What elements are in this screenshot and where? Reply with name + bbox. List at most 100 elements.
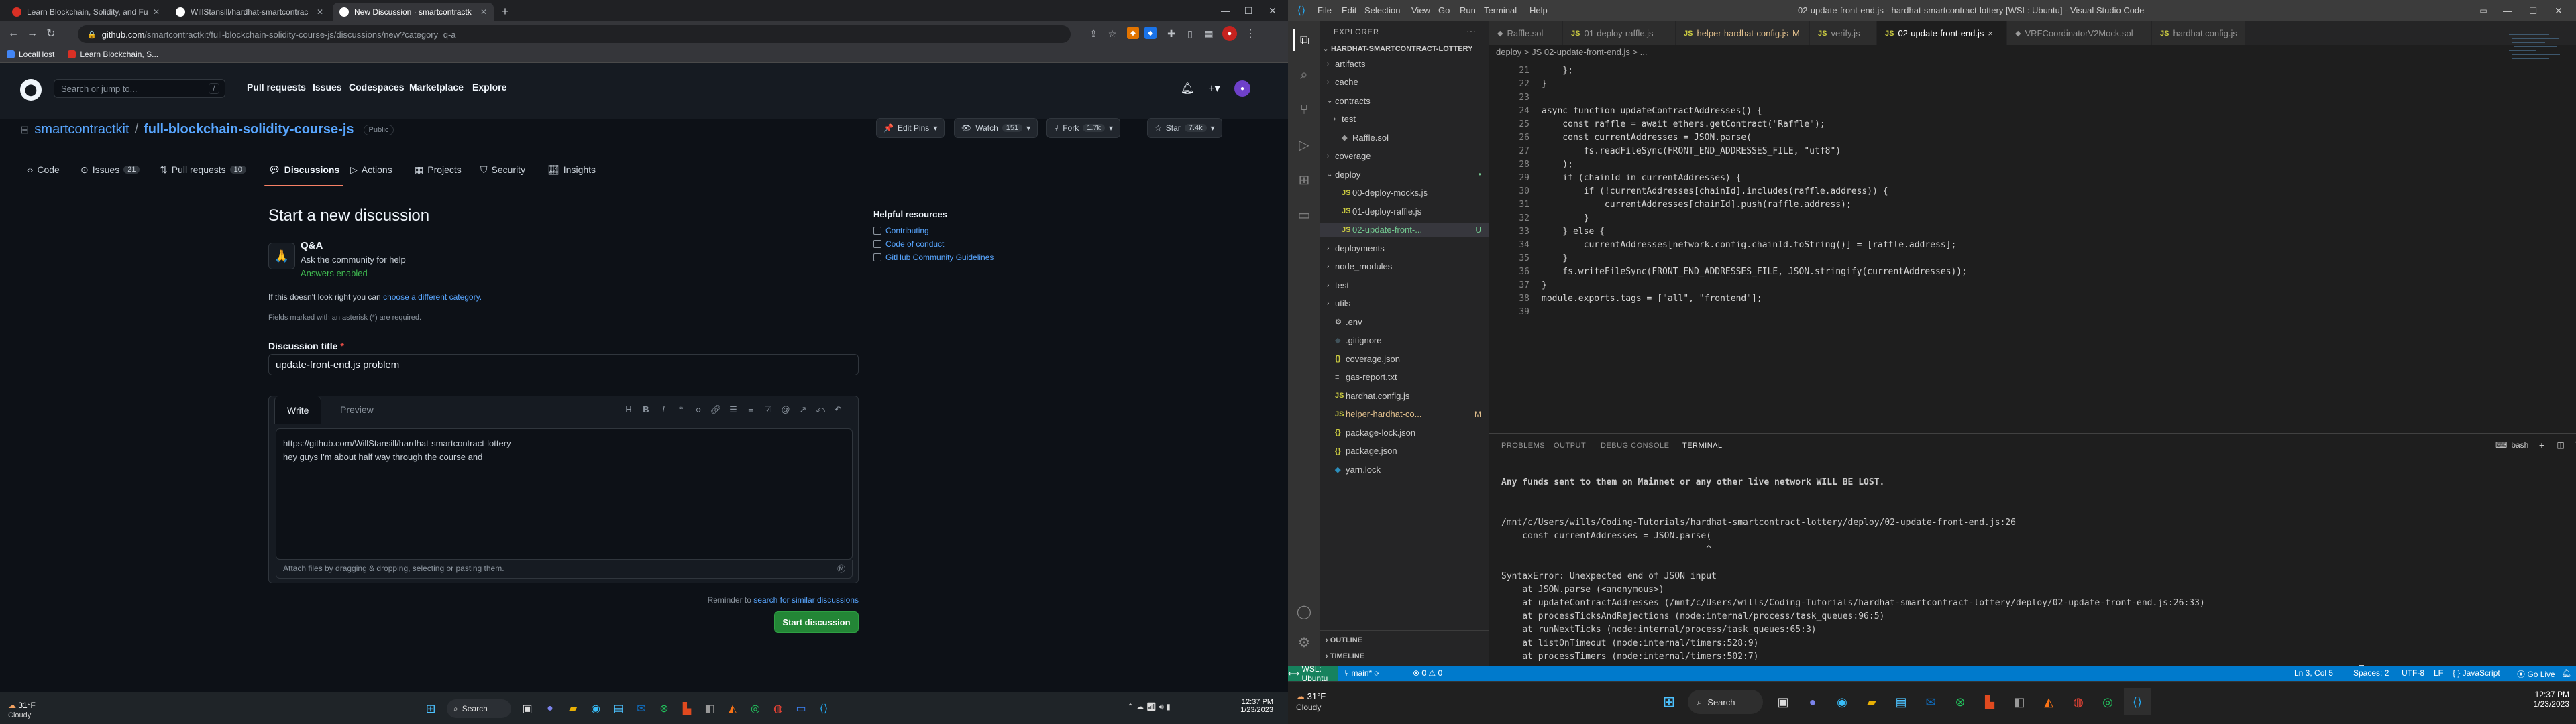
menu-help[interactable]: Help (1529, 5, 1548, 15)
menu-selection[interactable]: Selection (1364, 5, 1400, 15)
menu-run[interactable]: Run (1460, 5, 1476, 15)
repo-owner-link[interactable]: smartcontractkit (34, 122, 129, 137)
reference-icon[interactable]: ↗ (796, 404, 810, 415)
weather-widget[interactable]: ☁ 31°F Cloudy (8, 701, 36, 719)
remote-explorer-icon[interactable]: ▭ (1293, 204, 1315, 225)
store-icon[interactable]: ▤ (609, 699, 628, 718)
tree-folder[interactable]: ⌄ deploy • (1320, 167, 1489, 182)
spotify-icon[interactable]: ◎ (2094, 688, 2121, 715)
extension-icon[interactable]: ◆ (1127, 27, 1139, 39)
split-terminal-icon[interactable]: ◫ (2555, 439, 2567, 451)
search-icon[interactable]: ⌕ (1293, 64, 1315, 86)
maximize-icon[interactable]: ☐ (1238, 3, 1258, 19)
taskbar-search[interactable]: ⌕ Search (447, 699, 511, 718)
tree-file[interactable]: ◆ yarn.lock (1320, 462, 1489, 477)
star-button[interactable]: ☆ Star 7.4k ▾ (1147, 118, 1222, 138)
undo-icon[interactable]: ↶ (831, 404, 845, 415)
tab-preview[interactable]: Preview (328, 396, 386, 423)
tree-file[interactable]: ◆ Raffle.sol (1320, 130, 1489, 145)
mention-icon[interactable]: @ (779, 404, 792, 414)
teams-icon[interactable]: ● (541, 699, 559, 718)
tree-file[interactable]: ⚙ .env (1320, 314, 1489, 329)
edit-pins-button[interactable]: 📌 Edit Pins ▾ (876, 118, 945, 138)
xbox-icon[interactable]: ⊗ (655, 699, 674, 718)
tab-insights[interactable]: 📈︎ Insights (547, 160, 596, 180)
browser-tab[interactable]: Learn Blockchain, Solidity, and Fu ✕ (5, 3, 166, 21)
tree-file[interactable]: JS 02-update-front-... U (1320, 222, 1489, 237)
mail-icon[interactable]: ✉ (1917, 688, 1944, 715)
brave-icon[interactable]: ◭ (2035, 688, 2062, 715)
edge-icon[interactable]: ◉ (1829, 688, 1856, 715)
helpful-link[interactable]: Code of conduct (873, 239, 1048, 249)
panel-tab-debug-console[interactable]: DEBUG CONSOLE (1601, 442, 1669, 450)
timeline-header[interactable]: › TIMELINE (1326, 652, 1364, 660)
app-icon[interactable]: ◧ (700, 699, 719, 718)
menu-edit[interactable]: Edit (1342, 5, 1356, 15)
tree-file[interactable]: JS hardhat.config.js (1320, 388, 1489, 403)
heading-icon[interactable]: H (622, 404, 635, 414)
terminal-app-icon[interactable]: ▭ (792, 699, 810, 718)
close-icon[interactable]: ✕ (153, 7, 160, 17)
create-new-icon[interactable]: +▾ (1205, 82, 1224, 95)
new-terminal-icon[interactable]: + (2536, 439, 2548, 451)
editor-tab[interactable]: JS verify.js (1810, 21, 1877, 45)
close-tab-icon[interactable]: × (1988, 28, 1993, 38)
tree-folder[interactable]: › test (1320, 278, 1489, 292)
discussion-body-textarea[interactable]: https://github.com/WillStansill/hardhat-… (276, 428, 853, 560)
link-icon[interactable]: 🔗︎ (709, 404, 722, 415)
reload-icon[interactable]: ↻ (44, 27, 58, 40)
nav-issues[interactable]: Issues (313, 82, 342, 93)
office-icon[interactable]: ▙ (1976, 688, 2003, 715)
attach-files-hint[interactable]: Attach files by dragging & dropping, sel… (276, 560, 853, 579)
panel-tab-output[interactable]: OUTPUT (1554, 442, 1586, 450)
app-icon[interactable]: ◧ (2006, 688, 2033, 715)
address-bar[interactable]: 🔒 github.com/smartcontractkit/full-block… (78, 25, 1071, 43)
eol-setting[interactable]: LF (2434, 668, 2443, 678)
vscode-icon[interactable]: ⟨⟩ (814, 699, 833, 718)
close-icon[interactable]: ✕ (317, 7, 323, 17)
forward-icon[interactable]: → (25, 27, 39, 40)
root-folder[interactable]: ⌄ HARDHAT-SMARTCONTRACT-LOTTERY (1320, 42, 1489, 56)
watch-button[interactable]: 👁 Watch 151 ▾ (954, 118, 1038, 138)
repo-name-link[interactable]: full-blockchain-solidity-course-js (144, 122, 354, 137)
editor-tab[interactable]: JS helper-hardhat-config.js M (1676, 21, 1810, 45)
minimap[interactable] (2509, 34, 2569, 101)
extensions-icon[interactable]: ⊞ (1293, 169, 1315, 190)
tab-security[interactable]: ⛉ Security (480, 160, 525, 180)
tree-folder[interactable]: › coverage (1320, 149, 1489, 164)
notifications-bell-icon[interactable]: 🔔︎ (2561, 668, 2571, 678)
nav-pull-requests[interactable]: Pull requests (247, 82, 306, 93)
bookmark-item[interactable]: Learn Blockchain, S... (61, 50, 165, 59)
teams-icon[interactable]: ● (1799, 688, 1826, 715)
problems-indicator[interactable]: ⊗ 0 ⚠ 0 (1413, 668, 1442, 678)
windows-start-icon[interactable]: ⊞ (1656, 688, 1682, 715)
windows-start-icon[interactable]: ⊞ (421, 699, 440, 718)
close-window-icon[interactable]: ✕ (2546, 3, 2571, 19)
run-debug-icon[interactable]: ▷ (1293, 134, 1315, 156)
user-avatar[interactable]: ● (1234, 80, 1250, 97)
nav-marketplace[interactable]: Marketplace (409, 82, 464, 93)
choose-category-link[interactable]: choose a different category. (383, 292, 482, 302)
task-view-icon[interactable]: ▣ (1770, 688, 1796, 715)
tab-projects[interactable]: ▦ Projects (415, 160, 462, 180)
menu-file[interactable]: File (1318, 5, 1332, 15)
tree-file[interactable]: ◆ .gitignore (1320, 333, 1489, 348)
close-window-icon[interactable]: ✕ (1263, 3, 1283, 19)
file-explorer-icon[interactable]: ▰ (564, 699, 582, 718)
editor-tab[interactable]: JS 01-deploy-raffle.js (1563, 21, 1676, 45)
store-icon[interactable]: ▤ (1888, 688, 1915, 715)
discussion-title-input[interactable]: update-front-end.js problem (268, 354, 859, 375)
edge-icon[interactable]: ◉ (586, 699, 605, 718)
outline-header[interactable]: › OUTLINE (1326, 636, 1362, 644)
saved-replies-icon[interactable]: ⤺ (814, 404, 827, 415)
menu-view[interactable]: View (1411, 5, 1430, 15)
tree-file[interactable]: JS helper-hardhat-co... M (1320, 407, 1489, 422)
terminal-selector[interactable]: ⌨ bash (2496, 440, 2528, 450)
ordered-list-icon[interactable]: ≡ (744, 404, 757, 414)
new-tab-icon[interactable]: + (498, 4, 513, 19)
tree-folder[interactable]: › utils (1320, 296, 1489, 311)
maximize-icon[interactable]: ☐ (2521, 3, 2545, 19)
menu-go[interactable]: Go (1438, 5, 1450, 15)
tree-folder[interactable]: ⌄ contracts (1320, 93, 1489, 108)
taskbar-search[interactable]: ⌕ Search (1688, 690, 1763, 714)
